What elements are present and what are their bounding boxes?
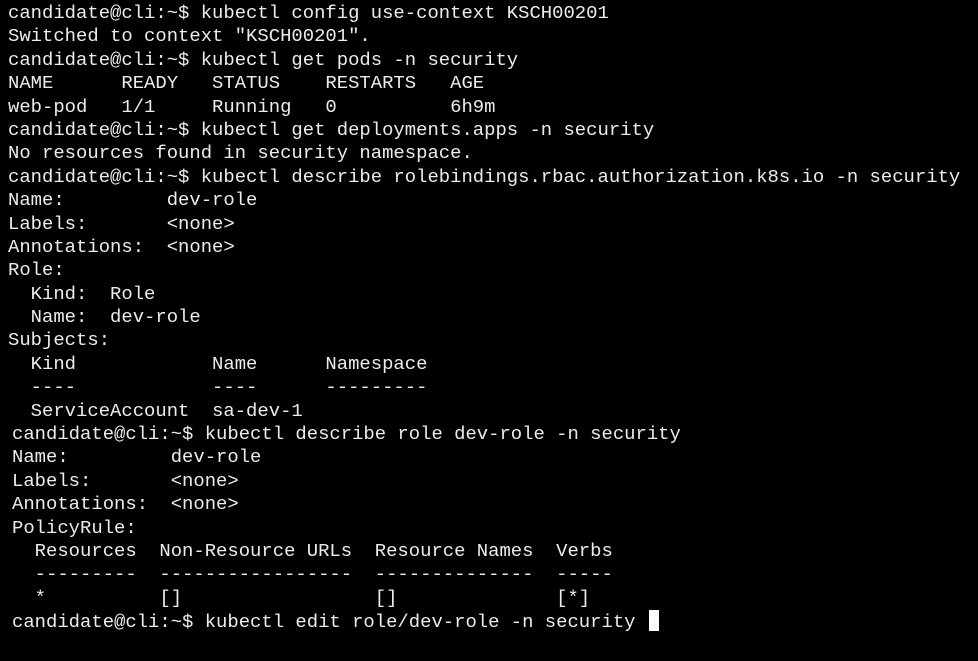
active-prompt-line[interactable]: candidate@cli:~$ kubectl edit role/dev-r…: [0, 610, 978, 633]
active-command-text[interactable]: candidate@cli:~$ kubectl edit role/dev-r…: [12, 611, 647, 633]
output-line: Kind: Role: [8, 282, 156, 305]
policy-table-divider: --------- ----------------- ------------…: [12, 563, 613, 586]
output-line: Name: dev-role: [8, 189, 258, 212]
output-line: Name: dev-role: [8, 306, 201, 329]
output-line: Switched to context "KSCH00201".: [8, 25, 371, 48]
prompt-line: candidate@cli:~$ kubectl describe role d…: [12, 423, 681, 446]
text-cursor: [648, 610, 659, 632]
output-line: Annotations: <none>: [12, 493, 239, 516]
output-line: Annotations: <none>: [8, 235, 235, 258]
pods-table-header: NAME READY STATUS RESTARTS AGE: [8, 72, 485, 95]
output-line: Labels: <none>: [8, 212, 235, 235]
output-line: Name: dev-role: [12, 446, 262, 469]
subjects-table-row: ServiceAccount sa-dev-1: [8, 399, 303, 422]
subjects-table-divider: ---- ---- ---------: [8, 376, 428, 399]
output-line: PolicyRule:: [12, 516, 137, 539]
prompt-line: candidate@cli:~$ kubectl get pods -n sec…: [8, 48, 519, 71]
output-line: Subjects:: [8, 329, 111, 352]
terminal-window[interactable]: candidate@cli:~$ kubectl config use-cont…: [0, 0, 978, 661]
output-line: No resources found in security namespace…: [8, 142, 473, 165]
prompt-line: candidate@cli:~$ kubectl config use-cont…: [8, 2, 609, 24]
policy-table-row: * [] [] [*]: [12, 586, 591, 609]
pods-table-row: web-pod 1/1 Running 0 6h9m: [8, 95, 496, 118]
output-line: Labels: <none>: [12, 469, 239, 492]
output-line: Role:: [8, 259, 65, 282]
prompt-line: candidate@cli:~$ kubectl get deployments…: [8, 118, 655, 141]
policy-table-header: Resources Non-Resource URLs Resource Nam…: [12, 539, 613, 562]
subjects-table-header: Kind Name Namespace: [8, 352, 428, 375]
prompt-line: candidate@cli:~$ kubectl describe rolebi…: [8, 165, 961, 188]
